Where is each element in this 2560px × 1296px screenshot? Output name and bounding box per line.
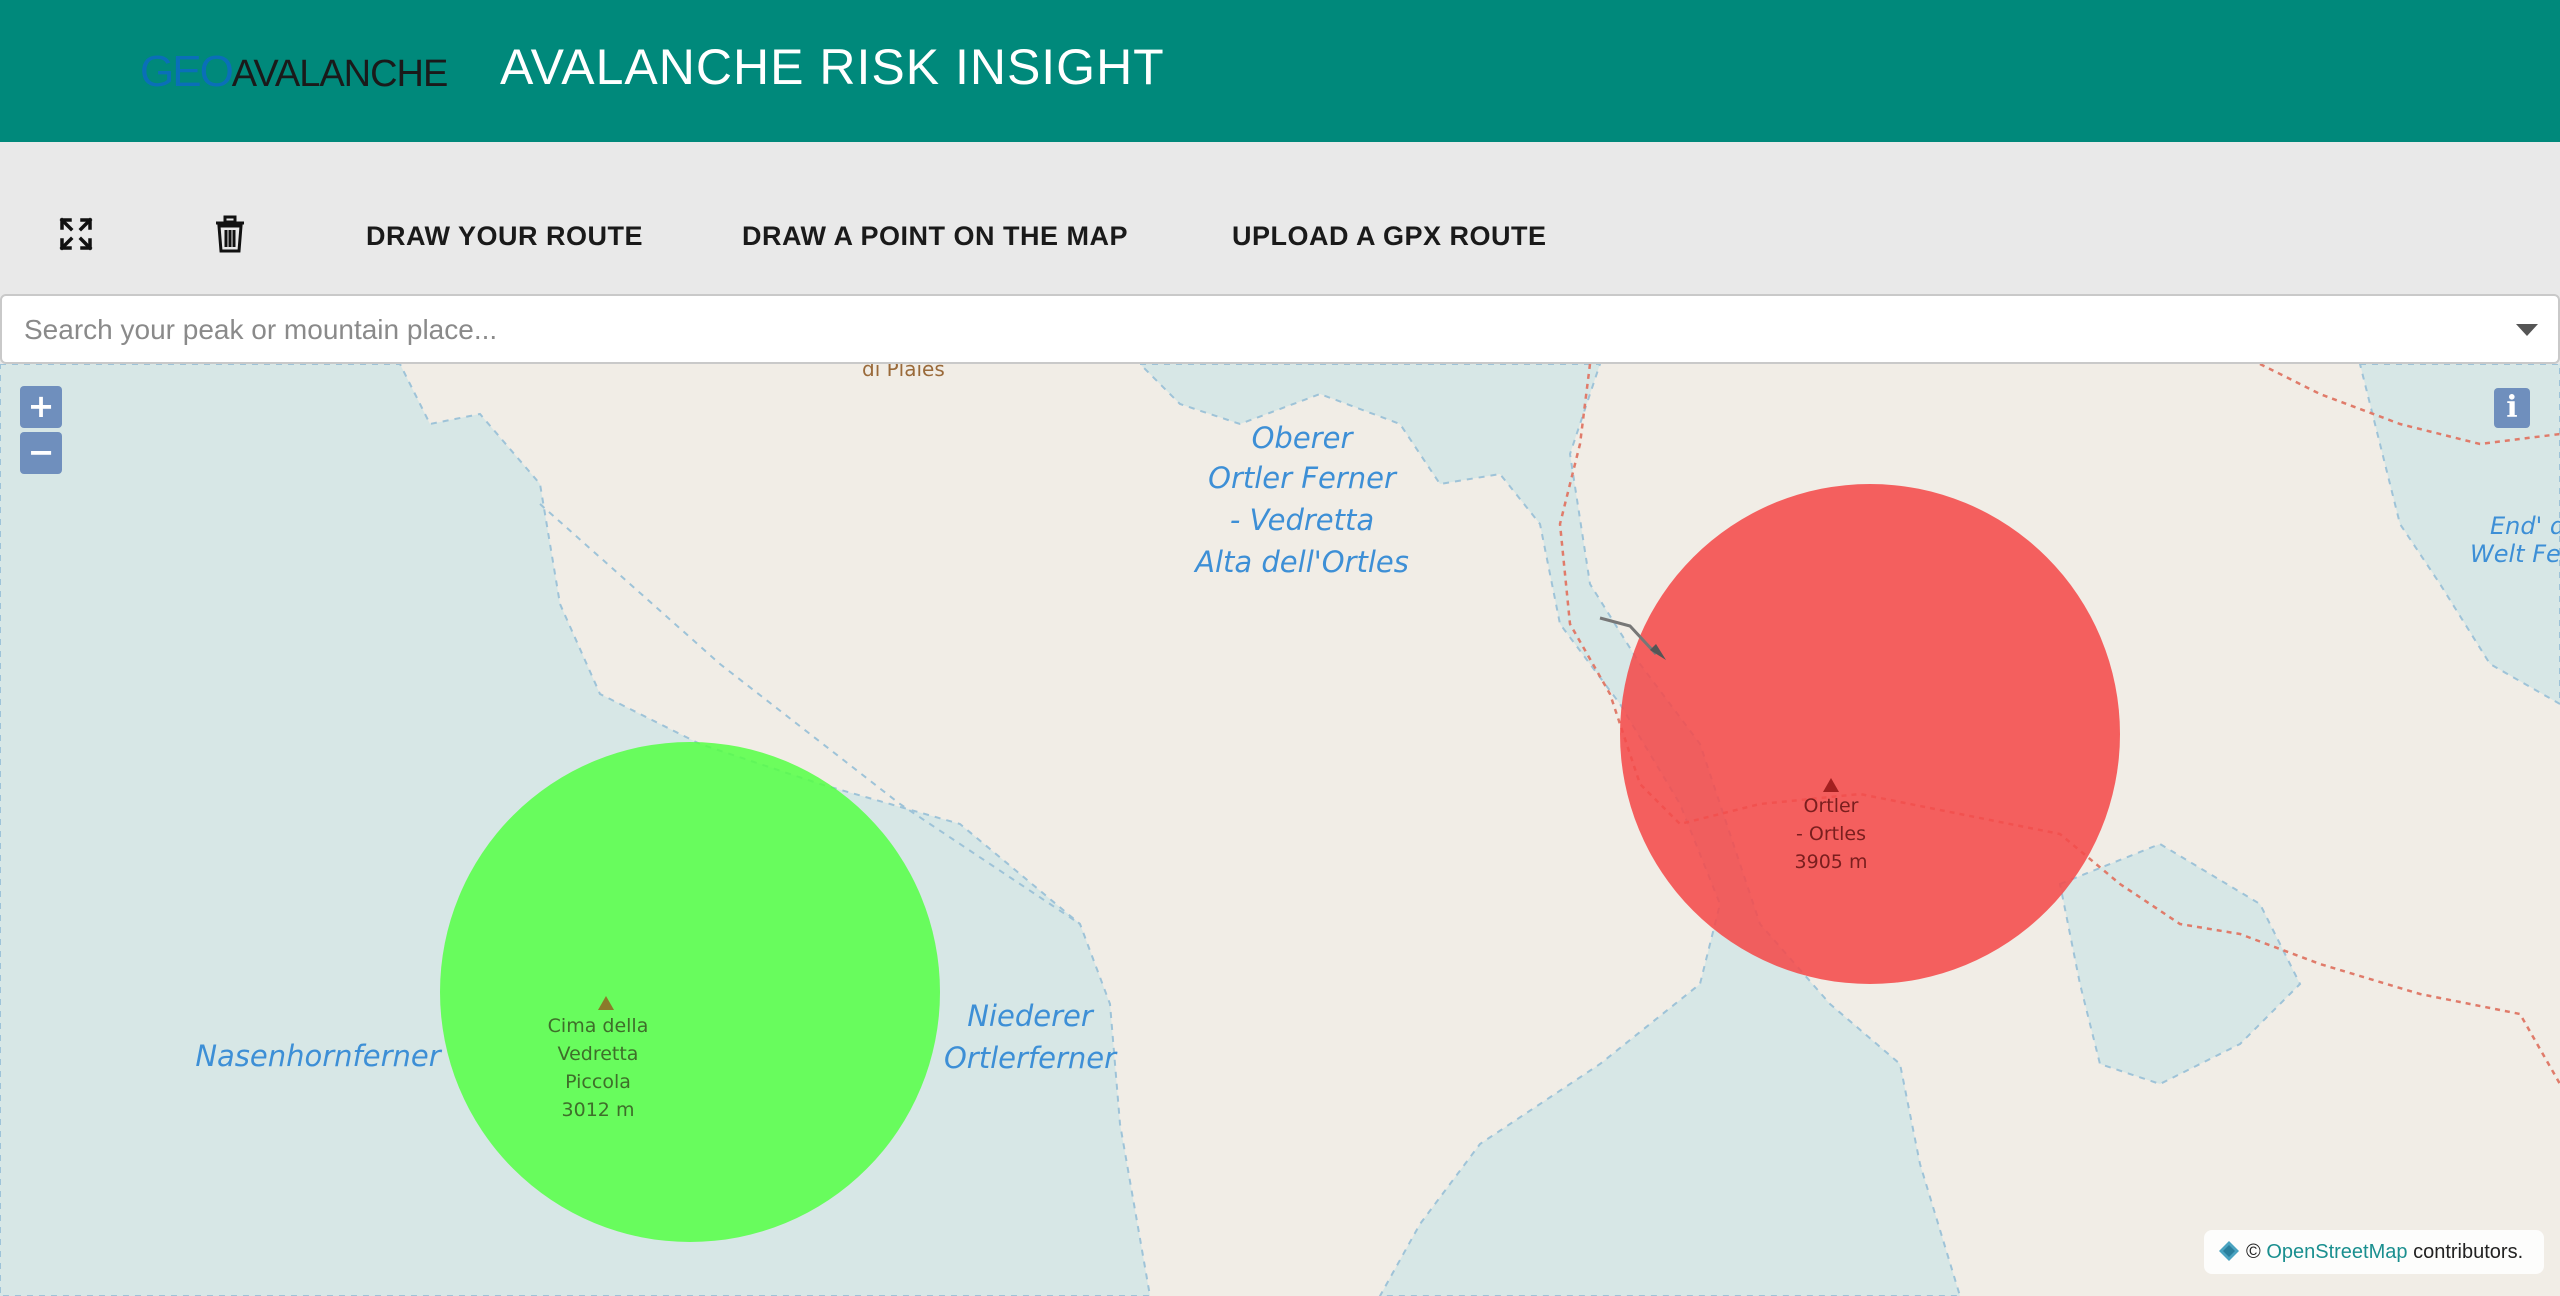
draw-route-button[interactable]: DRAW YOUR ROUTE (366, 220, 643, 252)
attribution-suffix: contributors. (2413, 1241, 2524, 1263)
search-select[interactable] (0, 294, 2560, 364)
zoom-in-button[interactable]: + (20, 386, 62, 428)
label-oberer-1: Oberer (1252, 421, 1355, 455)
peak-elevation: 3905 m (1795, 851, 1868, 873)
logo-geo-text: GEO (140, 47, 234, 96)
label-niederer-1: Niederer (967, 999, 1095, 1033)
label-end-2: Welt Fe (2470, 540, 2560, 568)
label-nasenhornferner: Nasenhornferner (195, 1039, 442, 1073)
glacier-patch (2058, 842, 2302, 1086)
peak-label-line: - Ortles (1796, 823, 1866, 845)
map-attribution: © OpenStreetMap contributors. (2204, 1230, 2544, 1274)
peak-label-line: Piccola (565, 1071, 631, 1093)
label-niederer-2: Ortlerferner (944, 1041, 1118, 1075)
fullscreen-icon[interactable] (56, 214, 96, 254)
info-button[interactable]: i (2494, 388, 2530, 428)
search-input[interactable] (22, 296, 2486, 364)
attribution-prefix: © (2246, 1241, 2261, 1263)
upload-gpx-button[interactable]: UPLOAD A GPX ROUTE (1232, 220, 1547, 252)
logo-avalanche-text: AVALANCHE (231, 53, 449, 95)
zoom-out-button[interactable]: − (20, 432, 62, 474)
label-oberer-3: - Vedretta (1230, 503, 1374, 537)
peak-label-line: Vedretta (558, 1043, 639, 1065)
risk-circle-high[interactable] (1620, 484, 2120, 984)
trash-icon[interactable] (210, 214, 250, 254)
peak-label-line: Cima della (548, 1015, 649, 1037)
geoavalanche-logo[interactable]: GEOAVALANCHE (140, 44, 449, 100)
draw-point-button[interactable]: DRAW A POINT ON THE MAP (742, 220, 1128, 252)
page-title: AVALANCHE RISK INSIGHT (500, 39, 1165, 95)
toolbar: DRAW YOUR ROUTE DRAW A POINT ON THE MAP … (0, 142, 2560, 294)
openstreetmap-link[interactable]: OpenStreetMap (2266, 1241, 2407, 1263)
map-view[interactable]: Oberer Ortler Ferner - Vedretta Alta del… (0, 364, 2560, 1296)
label-top-cut: di Plaies (862, 364, 945, 381)
risk-circle-low[interactable] (440, 742, 940, 1242)
label-oberer-2: Ortler Ferner (1208, 461, 1398, 495)
map-basemap: Oberer Ortler Ferner - Vedretta Alta del… (0, 364, 2560, 1296)
openlayers-logo-icon (2219, 1240, 2239, 1261)
label-oberer-4: Alta dell'Ortles (1193, 545, 1409, 579)
label-end-1: End' d (2490, 512, 2560, 540)
chevron-down-icon[interactable] (2516, 324, 2538, 336)
peak-label-line: Ortler (1804, 795, 1859, 817)
app-header: GEOAVALANCHE AVALANCHE RISK INSIGHT (0, 0, 2560, 142)
peak-elevation: 3012 m (562, 1099, 635, 1121)
